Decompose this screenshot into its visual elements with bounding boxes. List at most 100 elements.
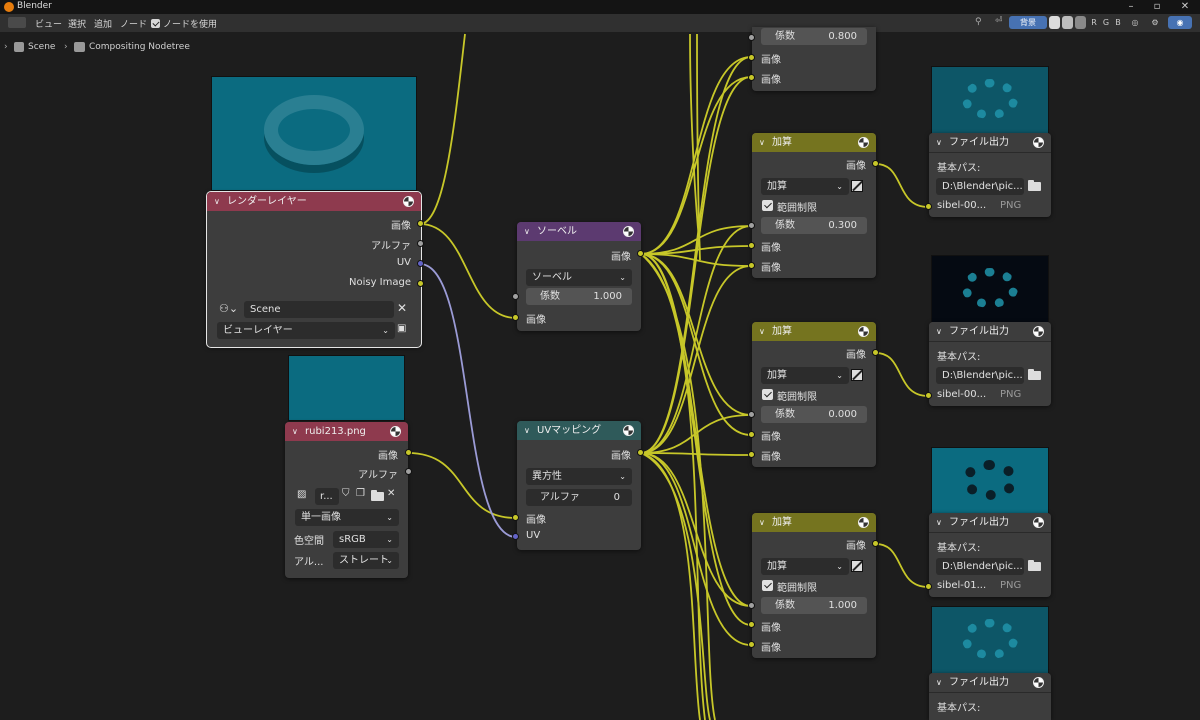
socket-uv-in[interactable]	[512, 533, 519, 540]
base-path-field[interactable]: D:\Blender\pic...	[936, 367, 1024, 384]
collapse-chevron-icon[interactable]: ∨	[292, 422, 298, 441]
socket-image-out[interactable]	[637, 250, 644, 257]
socket-image-in[interactable]	[748, 451, 755, 458]
clear-scene-icon[interactable]: ✕	[397, 301, 407, 315]
socket-alpha-out[interactable]	[417, 240, 424, 247]
mix-add-node-2[interactable]: ∨ 加算 画像 加算 ⌄ 範囲制限 係数 0.000 画像 画像	[752, 322, 876, 467]
sobel-header[interactable]: ∨ ソーベル	[517, 222, 641, 241]
factor-field[interactable]: 係数 0.000	[761, 406, 867, 423]
mix-header[interactable]: ∨ 加算	[752, 513, 876, 532]
blend-mode-dropdown[interactable]: 加算 ⌄	[761, 558, 849, 575]
socket-image-in[interactable]	[512, 314, 519, 321]
clamp-checkbox[interactable]	[762, 389, 773, 400]
preview-toggle-icon[interactable]	[858, 137, 869, 148]
socket-image-in[interactable]	[748, 431, 755, 438]
sobel-filter-node[interactable]: ∨ ソーベル 画像 ソーベル ⌄ 係数 1.000 画像	[517, 222, 641, 331]
socket-image-out[interactable]	[872, 349, 879, 356]
collapse-chevron-icon[interactable]: ∨	[524, 222, 530, 241]
collapse-chevron-icon[interactable]: ∨	[936, 673, 942, 692]
collapse-chevron-icon[interactable]: ∨	[936, 513, 942, 532]
factor-field[interactable]: 係数 0.800	[761, 28, 867, 45]
collapse-chevron-icon[interactable]: ∨	[214, 192, 220, 211]
preview-toggle-icon[interactable]	[623, 425, 634, 436]
alpha-field[interactable]: アルファ 0	[526, 489, 632, 506]
uv-map-header[interactable]: ∨ UVマッピング	[517, 421, 641, 440]
collapse-chevron-icon[interactable]: ∨	[936, 133, 942, 152]
socket-image-in[interactable]	[748, 242, 755, 249]
colorspace-dropdown[interactable]: sRGB ⌄	[333, 531, 399, 548]
file-browse-icon[interactable]	[1028, 180, 1041, 191]
image-node-header[interactable]: ∨ rubi213.png	[285, 422, 408, 441]
file-output-node-2[interactable]: ∨ ファイル出力 基本パス: D:\Blender\pic... sibel-0…	[929, 322, 1051, 406]
scene-field[interactable]: Scene	[244, 301, 394, 318]
clamp-checkbox[interactable]	[762, 580, 773, 591]
socket-image-out[interactable]	[405, 449, 412, 456]
scene-selector-icon[interactable]: ⚇⌄	[219, 302, 238, 315]
file-browse-icon[interactable]	[1028, 369, 1041, 380]
preview-toggle-icon[interactable]	[1033, 517, 1044, 528]
socket-image-in[interactable]	[748, 621, 755, 628]
alpha-mode-dropdown[interactable]: ストレート ⌄	[333, 552, 399, 569]
factor-field[interactable]: 係数 0.300	[761, 217, 867, 234]
socket-file-in[interactable]	[925, 392, 932, 399]
socket-file-in[interactable]	[925, 203, 932, 210]
preview-toggle-icon[interactable]	[1033, 137, 1044, 148]
socket-alpha-out[interactable]	[405, 468, 412, 475]
socket-image-in[interactable]	[748, 54, 755, 61]
duplicate-icon[interactable]: ❐	[356, 488, 365, 499]
socket-image-in[interactable]	[748, 262, 755, 269]
socket-factor-in[interactable]	[512, 293, 519, 300]
mix-add-node-1[interactable]: ∨ 加算 画像 加算 ⌄ 範囲制限 係数 0.300 画像 画像	[752, 133, 876, 278]
fake-user-icon[interactable]: ⛉	[342, 488, 350, 499]
socket-noisy-out[interactable]	[417, 280, 424, 287]
source-dropdown[interactable]: 単一画像 ⌄	[295, 509, 399, 526]
use-alpha-icon[interactable]	[851, 369, 863, 381]
blend-mode-dropdown[interactable]: 加算 ⌄	[761, 367, 849, 384]
uv-map-node[interactable]: ∨ UVマッピング 画像 異方性 ⌄ アルファ 0 画像 UV	[517, 421, 641, 550]
preview-toggle-icon[interactable]	[1033, 677, 1044, 688]
file-output-node-4[interactable]: ∨ ファイル出力 基本パス:	[929, 673, 1051, 720]
preview-toggle-icon[interactable]	[1033, 326, 1044, 337]
preview-toggle-icon[interactable]	[390, 426, 401, 437]
socket-file-in[interactable]	[925, 583, 932, 590]
mix-add-node-3[interactable]: ∨ 加算 画像 加算 ⌄ 範囲制限 係数 1.000 画像 画像	[752, 513, 876, 658]
file-output-node-3[interactable]: ∨ ファイル出力 基本パス: D:\Blender\pic... sibel-0…	[929, 513, 1051, 597]
render-layers-header[interactable]: ∨ レンダーレイヤー	[207, 192, 421, 211]
filter-type-dropdown[interactable]: 異方性 ⌄	[526, 468, 632, 485]
preview-toggle-icon[interactable]	[403, 196, 414, 207]
mix-header[interactable]: ∨ 加算	[752, 322, 876, 341]
collapse-chevron-icon[interactable]: ∨	[936, 322, 942, 341]
file-browse-icon[interactable]	[1028, 560, 1041, 571]
socket-image-in[interactable]	[512, 514, 519, 521]
socket-factor-in[interactable]	[748, 34, 755, 41]
collapse-chevron-icon[interactable]: ∨	[524, 421, 530, 440]
use-alpha-icon[interactable]	[851, 560, 863, 572]
file-output-header[interactable]: ∨ ファイル出力	[929, 322, 1051, 342]
collapse-chevron-icon[interactable]: ∨	[759, 513, 765, 532]
render-icon[interactable]: ▣	[397, 323, 406, 334]
view-layer-dropdown[interactable]: ビューレイヤー ⌄	[217, 322, 395, 339]
file-output-header[interactable]: ∨ ファイル出力	[929, 673, 1051, 693]
blend-mode-dropdown[interactable]: 加算 ⌄	[761, 178, 849, 195]
collapse-chevron-icon[interactable]: ∨	[759, 322, 765, 341]
open-folder-icon[interactable]	[371, 490, 384, 501]
mix-node-top[interactable]: 係数 0.800 画像 画像	[752, 27, 876, 91]
image-node[interactable]: ∨ rubi213.png 画像 アルファ ▨ r... ⛉ ❐ ✕ 単一画像 ⌄…	[285, 422, 408, 578]
socket-image-in[interactable]	[748, 74, 755, 81]
socket-factor-in[interactable]	[748, 222, 755, 229]
socket-factor-in[interactable]	[748, 602, 755, 609]
socket-uv-out[interactable]	[417, 260, 424, 267]
filter-type-dropdown[interactable]: ソーベル ⌄	[526, 269, 632, 286]
socket-image-in[interactable]	[748, 641, 755, 648]
clamp-checkbox[interactable]	[762, 200, 773, 211]
mix-header[interactable]: ∨ 加算	[752, 133, 876, 152]
file-output-header[interactable]: ∨ ファイル出力	[929, 133, 1051, 153]
unlink-icon[interactable]: ✕	[387, 488, 395, 499]
collapse-chevron-icon[interactable]: ∨	[759, 133, 765, 152]
render-layers-node[interactable]: ∨ レンダーレイヤー 画像 アルファ UV Noisy Image ⚇⌄ Sce…	[206, 191, 422, 348]
preview-toggle-icon[interactable]	[623, 226, 634, 237]
use-alpha-icon[interactable]	[851, 180, 863, 192]
preview-toggle-icon[interactable]	[858, 326, 869, 337]
preview-toggle-icon[interactable]	[858, 517, 869, 528]
base-path-field[interactable]: D:\Blender\pic...	[936, 558, 1024, 575]
